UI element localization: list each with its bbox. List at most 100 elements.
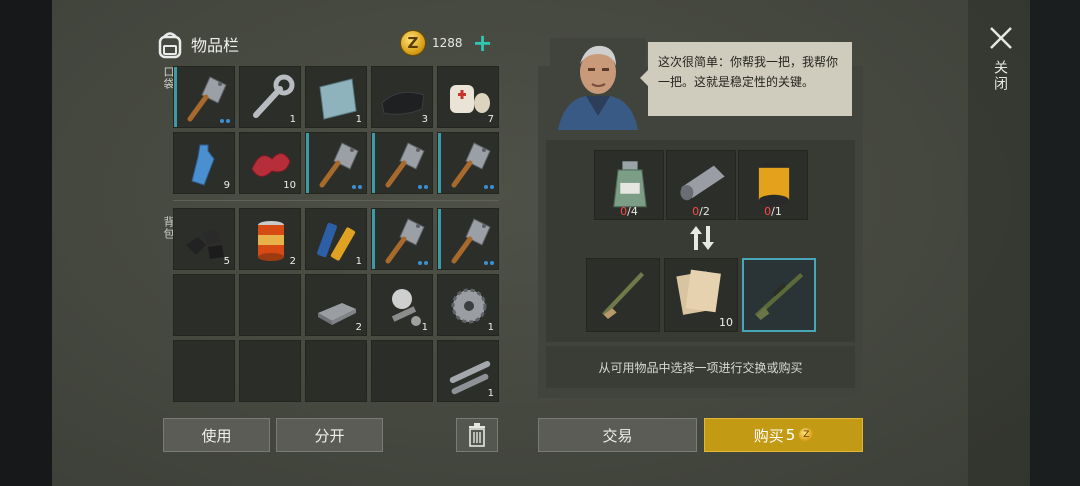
trade-hint: 从可用物品中选择一项进行交换或购买: [546, 346, 855, 388]
item-qty: 1: [487, 388, 494, 399]
iron-bar-icon: [318, 303, 356, 325]
pocket-slot[interactable]: 9: [173, 132, 235, 194]
water-bottle-icon: [191, 144, 215, 186]
metal-plate-icon: [319, 78, 357, 120]
pipes-icon: [449, 360, 491, 395]
item-qty: 1: [421, 322, 428, 333]
backpack-slot[interactable]: 1: [437, 274, 499, 336]
item-qty: 1: [355, 114, 362, 125]
pocket-slot[interactable]: [437, 132, 499, 194]
chemical-jar-icon: [613, 161, 647, 208]
empty-slot[interactable]: [371, 340, 433, 402]
backpack-grid: 5 2 1 2 1 1 1: [173, 208, 499, 402]
trash-button[interactable]: [456, 418, 498, 452]
pocket-slot[interactable]: 1: [305, 66, 367, 128]
pocket-slot[interactable]: 7: [437, 66, 499, 128]
empty-slot[interactable]: [173, 340, 235, 402]
cleaver-icon: [187, 76, 227, 122]
pocket-slot[interactable]: 3: [371, 66, 433, 128]
item-qty: 3: [421, 114, 428, 125]
close-label[interactable]: 关闭: [990, 60, 1010, 92]
close-icon[interactable]: [985, 22, 1017, 54]
item-qty: 10: [283, 180, 296, 191]
empty-slot[interactable]: [173, 274, 235, 336]
backpack-slot[interactable]: 1: [305, 208, 367, 270]
pocket-slot[interactable]: 10: [239, 132, 301, 194]
coin-icon: Z: [400, 30, 426, 56]
add-coins-button[interactable]: +: [473, 31, 493, 55]
item-qty: 2: [289, 256, 296, 267]
offer-qty: 10: [719, 316, 733, 329]
required-item[interactable]: 0/4: [594, 150, 664, 220]
item-qty: 5: [223, 256, 230, 267]
buy-label: 购买: [753, 426, 784, 445]
durability-dots: [352, 185, 362, 189]
trash-icon: [469, 423, 485, 447]
canned-food-icon: [258, 221, 284, 261]
shotgun-icon: [602, 272, 645, 319]
coin-count: 1288: [432, 36, 463, 50]
cloth-icon: [381, 91, 425, 115]
cleaver-icon: [451, 142, 491, 188]
bandage-icon: [450, 85, 490, 113]
speech-tail: [640, 70, 648, 86]
use-button[interactable]: 使用: [163, 418, 270, 452]
backpack-slot[interactable]: [437, 208, 499, 270]
item-qty: 9: [223, 180, 230, 191]
item-qty: 1: [289, 114, 296, 125]
cleaver-icon: [385, 142, 425, 188]
buy-price: 5: [785, 426, 796, 444]
offer-item[interactable]: [586, 258, 660, 332]
offer-item[interactable]: 10: [664, 258, 738, 332]
required-count: 0/1: [764, 205, 782, 218]
maps-icon: [676, 269, 721, 315]
empty-slot[interactable]: [305, 340, 367, 402]
backpack-slot[interactable]: 1: [371, 274, 433, 336]
required-item[interactable]: 0/1: [738, 150, 808, 220]
backpack-icon: [158, 32, 182, 59]
pocket-slot[interactable]: [173, 66, 235, 128]
pocket-slot[interactable]: [305, 132, 367, 194]
trader-speech: 这次很简单：你帮我一把，我帮你一把。这就是稳定性的关键。: [648, 42, 852, 116]
durability-dots: [484, 261, 494, 265]
pocket-grid: 1 1 3 7 9 10: [173, 66, 499, 194]
offer-item[interactable]: [742, 258, 816, 332]
cleaver-icon: [385, 218, 425, 264]
fabric-roll-icon: [680, 165, 725, 201]
coin-balance: Z 1288 +: [400, 30, 493, 56]
empty-slot[interactable]: [239, 340, 301, 402]
item-qty: 1: [487, 322, 494, 333]
backpack-slot[interactable]: 2: [305, 274, 367, 336]
required-item[interactable]: 0/2: [666, 150, 736, 220]
trade-button[interactable]: 交易: [538, 418, 697, 452]
durability-dots: [484, 185, 494, 189]
coin-icon: Z: [799, 428, 814, 442]
coal-icon: [186, 229, 224, 259]
backpack-slot[interactable]: 2: [239, 208, 301, 270]
section-divider: [173, 200, 499, 201]
split-button[interactable]: 分开: [276, 418, 383, 452]
batteries-icon: [317, 222, 356, 261]
empty-slot[interactable]: [239, 274, 301, 336]
cleaver-icon: [451, 218, 491, 264]
backpack-slot[interactable]: 5: [173, 208, 235, 270]
item-qty: 2: [355, 322, 362, 333]
item-qty: 1: [355, 256, 362, 267]
durability-dots: [418, 185, 428, 189]
saw-blade-icon: [451, 288, 487, 324]
item-qty: 7: [487, 114, 494, 125]
gas-mask-parts-icon: [391, 289, 421, 326]
durability-dots: [220, 119, 230, 123]
pocket-slot[interactable]: [371, 132, 433, 194]
right-edge: [1030, 0, 1080, 486]
pocket-slot[interactable]: 1: [239, 66, 301, 128]
cleaver-icon: [319, 142, 359, 188]
durability-dots: [418, 261, 428, 265]
required-count: 0/2: [692, 205, 710, 218]
wrench-icon: [253, 74, 295, 118]
buy-button[interactable]: 购买 5 Z: [704, 418, 863, 452]
inventory-header: 物品栏: [155, 26, 239, 62]
backpack-slot[interactable]: 1: [437, 340, 499, 402]
backpack-slot[interactable]: [371, 208, 433, 270]
left-edge: [0, 0, 52, 486]
